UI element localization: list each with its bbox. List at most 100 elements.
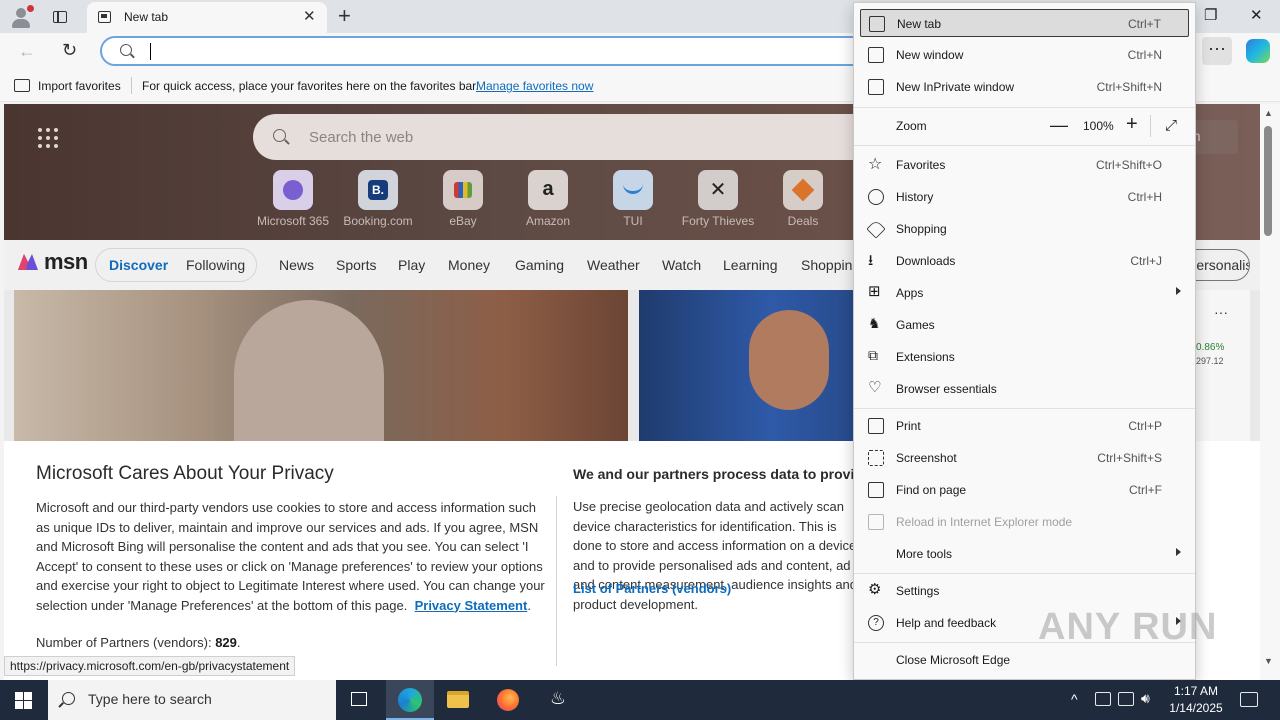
menu-item-new-inprivate[interactable]: New InPrivate window Ctrl+Shift+N bbox=[860, 73, 1189, 101]
history-icon bbox=[868, 189, 884, 205]
menu-shortcut: Ctrl+P bbox=[1128, 419, 1162, 433]
page-scrollbar[interactable]: ▲ ▼ bbox=[1260, 104, 1280, 680]
menu-item-screenshot[interactable]: Screenshot Ctrl+Shift+S bbox=[860, 444, 1189, 472]
menu-item-history[interactable]: History Ctrl+H bbox=[860, 183, 1189, 211]
more-options-icon[interactable]: ··· bbox=[1214, 304, 1228, 320]
news-card-image[interactable] bbox=[639, 290, 859, 442]
nav-item[interactable]: Gaming bbox=[515, 257, 564, 273]
tab-close-icon[interactable]: ✕ bbox=[303, 7, 316, 25]
close-window-icon[interactable]: ✕ bbox=[1250, 6, 1263, 24]
quick-link[interactable]: a Amazon bbox=[508, 170, 588, 228]
firefox-icon[interactable] bbox=[484, 680, 532, 720]
quick-link[interactable]: Deals bbox=[763, 170, 843, 228]
copilot-icon[interactable] bbox=[1246, 39, 1270, 63]
menu-item-shopping[interactable]: Shopping bbox=[860, 215, 1189, 243]
taskbar-search-placeholder: Type here to search bbox=[88, 691, 212, 707]
divider bbox=[556, 496, 557, 666]
tray-overflow-icon[interactable]: ^ bbox=[1071, 691, 1078, 707]
clock-date[interactable]: 1/14/2025 bbox=[1167, 701, 1225, 715]
menu-shortcut: Ctrl+Shift+N bbox=[1096, 80, 1162, 94]
purposes-heading: We and our partners process data to prov… bbox=[573, 466, 876, 482]
nav-item[interactable]: Watch bbox=[662, 257, 701, 273]
menu-item-downloads[interactable]: ⭳ Downloads Ctrl+J bbox=[860, 247, 1189, 275]
menu-label: New tab bbox=[897, 17, 942, 31]
nav-item[interactable]: Sports bbox=[336, 257, 376, 273]
quick-link[interactable]: Microsoft 365 bbox=[253, 170, 333, 228]
find-page-icon bbox=[868, 482, 884, 498]
clock-time[interactable]: 1:17 AM bbox=[1167, 684, 1225, 698]
nav-item[interactable]: Money bbox=[448, 257, 490, 273]
network-status-icon[interactable] bbox=[1095, 692, 1111, 706]
menu-item-extensions[interactable]: ⧉ Extensions bbox=[860, 343, 1189, 371]
msn-logo-text[interactable]: msn bbox=[44, 249, 88, 275]
nav-item[interactable]: Learning bbox=[723, 257, 778, 273]
web-search-placeholder: Search the web bbox=[309, 129, 414, 146]
scroll-down-icon[interactable]: ▼ bbox=[1264, 656, 1273, 666]
menu-item-apps[interactable]: ⊞ Apps bbox=[860, 279, 1189, 307]
app-taskbar-icon[interactable]: ♨ bbox=[534, 680, 582, 720]
menu-item-close-edge[interactable]: Close Microsoft Edge bbox=[860, 646, 1189, 674]
screenshot-icon bbox=[868, 450, 884, 466]
menu-item-new-tab[interactable]: New tab Ctrl+T bbox=[860, 9, 1189, 37]
msn-butterfly-icon[interactable] bbox=[16, 250, 40, 274]
menu-item-settings[interactable]: ⚙ Settings bbox=[860, 577, 1189, 605]
address-input[interactable] bbox=[100, 36, 880, 66]
menu-item-print[interactable]: Print Ctrl+P bbox=[860, 412, 1189, 440]
back-arrow-icon[interactable]: ← bbox=[18, 41, 36, 62]
manage-favorites-link[interactable]: Manage favorites now bbox=[476, 79, 593, 93]
nav-item[interactable]: Play bbox=[398, 257, 425, 273]
volume-icon[interactable]: 🔊︎ bbox=[1141, 690, 1150, 707]
tab-actions-icon[interactable] bbox=[47, 4, 73, 30]
fullscreen-icon[interactable]: ⤢ bbox=[1165, 117, 1177, 134]
quick-link-label: TUI bbox=[623, 214, 643, 228]
zoom-in-icon[interactable]: + bbox=[1126, 113, 1138, 136]
tab-following[interactable]: Following bbox=[186, 257, 245, 273]
menu-item-more-tools[interactable]: More tools bbox=[860, 540, 1189, 568]
settings-and-more-button[interactable]: ··· bbox=[1202, 37, 1232, 65]
taskbar-search-input[interactable]: Type here to search bbox=[48, 680, 336, 720]
web-search-box[interactable]: Search the web bbox=[253, 114, 893, 160]
menu-label: More tools bbox=[896, 547, 953, 561]
divider bbox=[854, 573, 1195, 574]
tab-discover[interactable]: Discover bbox=[109, 257, 168, 273]
status-bar-url: https://privacy.microsoft.com/en-gb/priv… bbox=[4, 656, 296, 676]
menu-item-favorites[interactable]: ☆ Favorites Ctrl+Shift+O bbox=[860, 151, 1189, 179]
reload-icon[interactable]: ↻ bbox=[62, 40, 77, 61]
quick-link[interactable]: eBay bbox=[423, 170, 503, 228]
partners-list-link[interactable]: List of Partners (vendors) bbox=[573, 581, 731, 596]
nav-item[interactable]: News bbox=[279, 257, 314, 273]
task-view-icon[interactable] bbox=[336, 680, 384, 720]
market-value: 297.12 bbox=[1196, 356, 1224, 366]
menu-item-new-window[interactable]: New window Ctrl+N bbox=[860, 41, 1189, 69]
privacy-statement-link[interactable]: Privacy Statement bbox=[415, 598, 528, 613]
menu-shortcut: Ctrl+H bbox=[1127, 190, 1162, 204]
quick-link[interactable]: B. Booking.com bbox=[338, 170, 418, 228]
profile-avatar-icon[interactable] bbox=[8, 4, 34, 30]
restore-icon[interactable]: ❐ bbox=[1204, 6, 1217, 24]
anyrun-watermark: ANY RUN bbox=[1038, 606, 1218, 648]
menu-label: Extensions bbox=[896, 350, 955, 364]
menu-item-find-on-page[interactable]: Find on page Ctrl+F bbox=[860, 476, 1189, 504]
search-icon bbox=[273, 129, 286, 142]
nav-item[interactable]: Weather bbox=[587, 257, 640, 273]
scroll-up-icon[interactable]: ▲ bbox=[1264, 108, 1273, 118]
file-explorer-icon[interactable] bbox=[434, 680, 482, 720]
notifications-icon[interactable] bbox=[1240, 692, 1258, 707]
news-card-image[interactable] bbox=[14, 290, 628, 442]
help-icon: ? bbox=[868, 615, 884, 631]
network-icon[interactable] bbox=[1118, 692, 1134, 706]
divider bbox=[854, 408, 1195, 409]
menu-item-games[interactable]: ♞ Games bbox=[860, 311, 1189, 339]
tab-new-tab[interactable]: New tab ✕ bbox=[87, 2, 327, 33]
quick-link[interactable]: ✕ Forty Thieves bbox=[678, 170, 758, 228]
edge-taskbar-icon[interactable] bbox=[386, 680, 434, 720]
scroll-thumb[interactable] bbox=[1264, 126, 1272, 236]
menu-item-browser-essentials[interactable]: ♡ Browser essentials bbox=[860, 375, 1189, 403]
zoom-out-icon[interactable]: — bbox=[1050, 115, 1068, 136]
windows-start-icon[interactable] bbox=[15, 692, 32, 709]
new-tab-plus-icon[interactable]: + bbox=[338, 3, 351, 29]
import-favorites-button[interactable]: Import favorites bbox=[38, 79, 121, 93]
quick-link[interactable]: TUI bbox=[593, 170, 673, 228]
nav-item[interactable]: Shopping bbox=[801, 257, 860, 273]
apps-grid-icon[interactable] bbox=[38, 128, 58, 148]
